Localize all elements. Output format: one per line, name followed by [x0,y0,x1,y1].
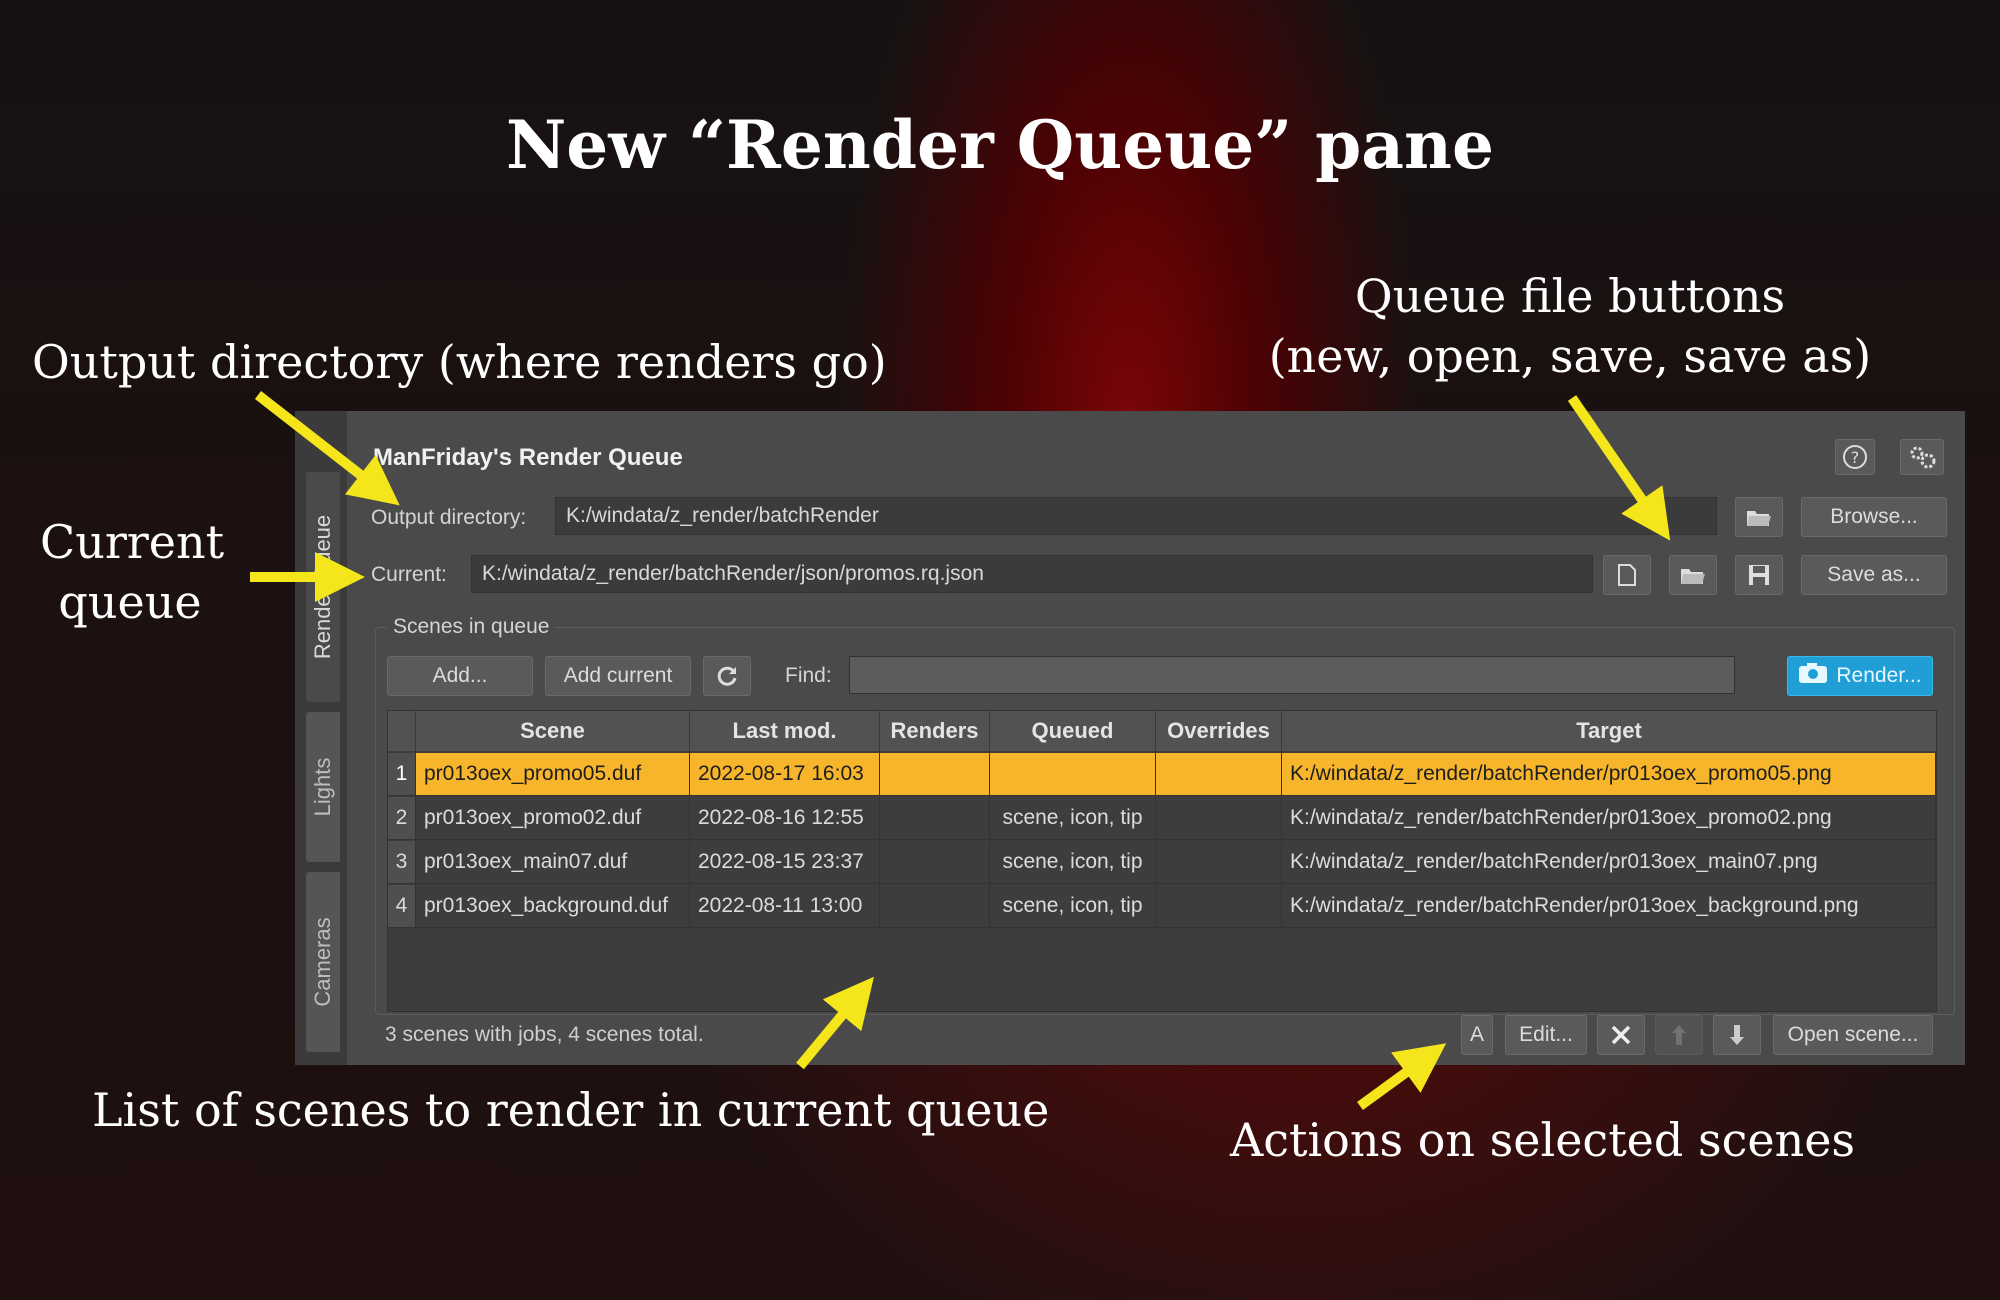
arrow-actions [1357,1043,1447,1111]
arrow-queue-buttons [1567,395,1671,541]
arrow-scene-list [796,976,874,1070]
arrow-output-directory [254,391,400,506]
callout-arrows [250,391,1671,1111]
